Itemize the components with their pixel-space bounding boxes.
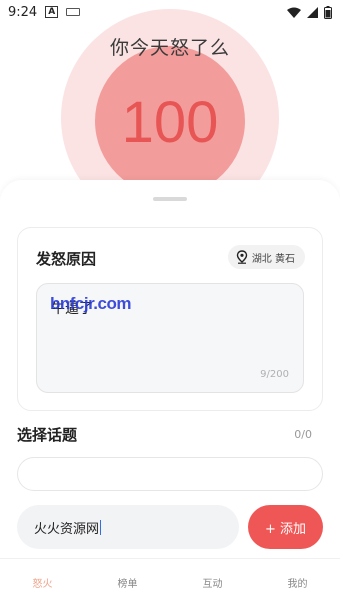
location-chip[interactable]: 湖北 黄石 [227, 245, 305, 269]
notification-a-icon: A [45, 6, 59, 18]
reason-title: 发怒原因 [36, 250, 97, 268]
location-pin-icon [236, 250, 248, 264]
signal-icon [307, 6, 318, 18]
keyboard-icon [66, 8, 81, 16]
topic-input-value: 火火资源网 [34, 521, 100, 537]
topic-count: 0/0 [294, 428, 312, 441]
status-bar: 9:24 A [0, 0, 340, 24]
topic-title: 选择话题 [17, 426, 78, 444]
add-button-label: + 添加 [264, 521, 307, 537]
battery-icon [324, 5, 332, 19]
nav-item-ranking[interactable]: 榜单 [98, 575, 158, 590]
bottom-nav: 怒火 榜单 互动 我的 [0, 558, 340, 606]
char-count: 9/200 [260, 369, 289, 380]
status-left: 9:24 A [8, 4, 81, 20]
topic-input[interactable]: 火火资源网 [17, 505, 239, 549]
wifi-icon [287, 7, 301, 18]
text-caret [100, 519, 102, 535]
status-right [287, 5, 332, 19]
anger-question: 你今天怒了么 [109, 37, 230, 59]
nav-item-anger[interactable]: 怒火 [13, 575, 73, 590]
compose-sheet: 发怒原因 湖北 黄石 牛逼了 bnfcjr.com 9/200 选择话题 0/0… [0, 180, 340, 606]
topic-selector[interactable] [17, 457, 323, 491]
sheet-handle[interactable] [153, 197, 187, 201]
status-time: 9:24 [8, 4, 38, 20]
watermark-overlay: bnfcjr.com [50, 294, 131, 313]
nav-item-interaction[interactable]: 互动 [183, 575, 243, 590]
add-button[interactable]: + 添加 [248, 505, 323, 549]
nav-item-profile[interactable]: 我的 [268, 575, 328, 590]
anger-value: 100 [121, 90, 219, 155]
reason-textarea[interactable]: 牛逼了 bnfcjr.com 9/200 [36, 283, 304, 393]
location-label: 湖北 黄石 [251, 253, 295, 265]
reason-card: 发怒原因 湖北 黄石 牛逼了 bnfcjr.com 9/200 [17, 227, 323, 411]
